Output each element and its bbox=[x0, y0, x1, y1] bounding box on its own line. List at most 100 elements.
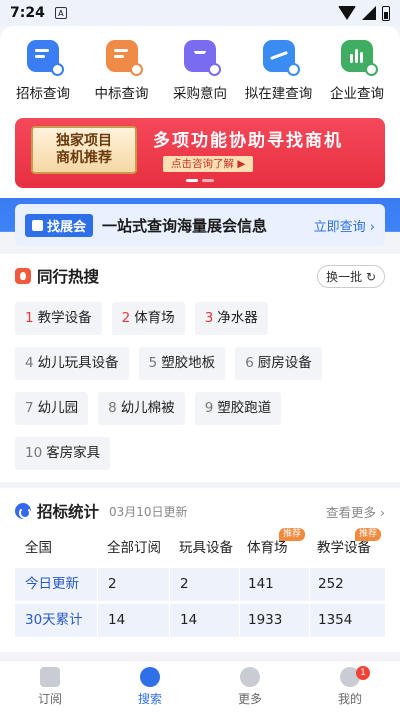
stats-value: 1933 bbox=[239, 604, 309, 637]
stats-row-name: 今日更新 bbox=[25, 576, 79, 592]
stats-col-header-label: 体育场 bbox=[247, 540, 288, 556]
quick-nav: 招标查询 中标查询 采购意向 拟在建查询 企业查询 bbox=[0, 26, 400, 102]
tag-label: 体育场 bbox=[134, 310, 175, 326]
signal-icon bbox=[362, 6, 376, 20]
tag-label: 幼儿棉被 bbox=[120, 400, 175, 416]
trend-chart-icon bbox=[262, 40, 300, 76]
quick-nav-purchase-intent[interactable]: 采购意向 bbox=[161, 40, 239, 102]
nav-label: 搜索 bbox=[137, 691, 162, 706]
tag-label: 客房家具 bbox=[46, 445, 101, 461]
hot-tag[interactable]: 5 塑胶地板 bbox=[138, 347, 226, 380]
tag-rank: 7 bbox=[25, 400, 34, 416]
expo-card[interactable]: 找展会 一站式查询海量展会信息 立即查询 › bbox=[15, 204, 385, 246]
compass-icon bbox=[240, 666, 260, 687]
hot-tag[interactable]: 1 教学设备 bbox=[15, 302, 102, 335]
quick-nav-label: 招标查询 bbox=[16, 86, 70, 102]
stats-value: 14 bbox=[97, 604, 169, 637]
stats-value: 2 bbox=[169, 568, 239, 601]
stats-row-name: 30天累计 bbox=[25, 612, 83, 628]
stats-value: 252 bbox=[309, 568, 385, 601]
hot-tag[interactable]: 4 幼儿玩具设备 bbox=[15, 347, 129, 380]
quick-nav-planned-construction[interactable]: 拟在建查询 bbox=[240, 40, 318, 102]
tag-rank: 3 bbox=[204, 310, 214, 326]
stats-value: 14 bbox=[169, 604, 239, 637]
recommend-badge: 推荐 bbox=[278, 528, 305, 541]
tag-label: 幼儿玩具设备 bbox=[37, 355, 119, 371]
quick-nav-label: 采购意向 bbox=[173, 86, 227, 102]
banner-badge-line2: 商机推荐 bbox=[56, 150, 112, 166]
status-indicators bbox=[338, 5, 390, 21]
tag-label: 塑胶跑道 bbox=[217, 400, 272, 416]
hot-tag[interactable]: 3 净水器 bbox=[194, 302, 268, 335]
quick-nav-company-query[interactable]: 企业查询 bbox=[318, 40, 396, 102]
tag-row: 10 客房家具 bbox=[15, 437, 385, 470]
tag-label: 幼儿园 bbox=[37, 400, 79, 416]
tag-rank: 2 bbox=[121, 310, 131, 326]
stats-value: 2 bbox=[97, 568, 169, 601]
tag-rank: 1 bbox=[25, 310, 34, 326]
banner-cta-button[interactable]: 点击咨询了解 ▶ bbox=[163, 156, 254, 172]
hot-tags: 1 教学设备 2 体育场 3 净水器 4 幼儿玩具设备 5 塑胶地板 6 厨房设备 7 幼儿园… bbox=[15, 302, 385, 482]
tag-rank: 9 bbox=[204, 400, 214, 416]
status-time: 7:24 bbox=[10, 5, 45, 21]
fire-icon bbox=[15, 268, 31, 284]
hot-search-title: 同行热搜 bbox=[37, 268, 100, 286]
banner-dot bbox=[186, 179, 198, 182]
hot-tag[interactable]: 9 塑胶跑道 bbox=[194, 392, 282, 425]
nav-label: 我的 bbox=[337, 691, 362, 706]
hot-tag[interactable]: 2 体育场 bbox=[111, 302, 185, 335]
stats-row-today[interactable]: 今日更新 2 2 141 252 bbox=[15, 568, 385, 601]
tag-row: 7 幼儿园 8 幼儿棉被 9 塑胶跑道 bbox=[15, 392, 385, 425]
expo-text: 一站式查询海量展会信息 bbox=[102, 216, 268, 235]
stats-update-date: 03月10日更新 bbox=[109, 504, 188, 519]
tag-label: 净水器 bbox=[217, 310, 258, 326]
building-icon bbox=[32, 219, 43, 231]
nav-subscribe[interactable]: 订阅 bbox=[0, 661, 100, 712]
stats-col-header[interactable]: 教学设备 推荐 bbox=[309, 528, 385, 565]
stats-more-link[interactable]: 查看更多 › bbox=[326, 502, 385, 521]
document-bidding-icon bbox=[27, 40, 64, 76]
hot-tag[interactable]: 7 幼儿园 bbox=[15, 392, 89, 425]
hot-tag[interactable]: 10 客房家具 bbox=[15, 437, 111, 470]
checklist-icon bbox=[105, 40, 143, 76]
status-bar: 7:24 A bbox=[0, 0, 400, 26]
tag-label: 教学设备 bbox=[37, 310, 92, 326]
tag-row: 4 幼儿玩具设备 5 塑胶地板 6 厨房设备 bbox=[15, 347, 385, 380]
quick-nav-winning-bid-query[interactable]: 中标查询 bbox=[83, 40, 161, 102]
tag-rank: 6 bbox=[245, 355, 254, 371]
stats-col-header[interactable]: 体育场 推荐 bbox=[239, 528, 309, 565]
hot-tag[interactable]: 6 厨房设备 bbox=[235, 347, 322, 380]
expo-query-link[interactable]: 立即查询 › bbox=[314, 216, 375, 235]
banner-badge-line1: 独家项目 bbox=[56, 133, 112, 149]
tag-rank: 10 bbox=[25, 445, 43, 461]
shopping-bag-icon bbox=[184, 40, 221, 76]
recommend-badge: 推荐 bbox=[354, 528, 381, 541]
tag-label: 塑胶地板 bbox=[161, 355, 216, 371]
stats-col-header-label: 教学设备 bbox=[317, 540, 371, 556]
bottom-nav: 订阅 搜索 更多 1 我的 bbox=[0, 660, 400, 712]
stats-col-header[interactable]: 全部订阅 bbox=[97, 532, 169, 565]
stats-table: 全国 全部订阅 玩具设备 体育场 推荐 教学设备 推荐 今日更新 2 2 141… bbox=[15, 528, 385, 637]
subscribe-icon bbox=[40, 666, 60, 687]
battery-icon bbox=[382, 5, 390, 21]
nav-label: 订阅 bbox=[37, 691, 62, 706]
notification-icon: A bbox=[54, 7, 67, 19]
stats-row-30days[interactable]: 30天累计 14 14 1933 1354 bbox=[15, 604, 385, 637]
stats-col-header[interactable]: 全国 bbox=[15, 532, 97, 565]
stats-title: 招标统计 bbox=[37, 503, 100, 521]
nav-profile[interactable]: 1 我的 bbox=[300, 661, 400, 712]
quick-nav-bidding-query[interactable]: 招标查询 bbox=[4, 40, 82, 102]
stats-col-header[interactable]: 玩具设备 bbox=[169, 532, 239, 565]
banner-pagination bbox=[15, 179, 385, 182]
banner-badge: 独家项目 商机推荐 bbox=[31, 126, 137, 174]
banner-dot bbox=[202, 179, 214, 182]
promo-banner[interactable]: 独家项目 商机推荐 多项功能协助寻找商机 点击咨询了解 ▶ bbox=[15, 118, 385, 188]
top-card: 招标查询 中标查询 采购意向 拟在建查询 企业查询 独家项目 商机推荐 多项功能… bbox=[0, 26, 400, 198]
hot-tag[interactable]: 8 幼儿棉被 bbox=[98, 392, 185, 425]
nav-search[interactable]: 搜索 bbox=[100, 661, 200, 712]
tag-rank: 4 bbox=[25, 355, 34, 371]
nav-more[interactable]: 更多 bbox=[200, 661, 300, 712]
refresh-batch-button[interactable]: 换一批 ↻ bbox=[317, 264, 385, 288]
tag-rank: 8 bbox=[108, 400, 117, 416]
tag-rank: 5 bbox=[148, 355, 158, 371]
